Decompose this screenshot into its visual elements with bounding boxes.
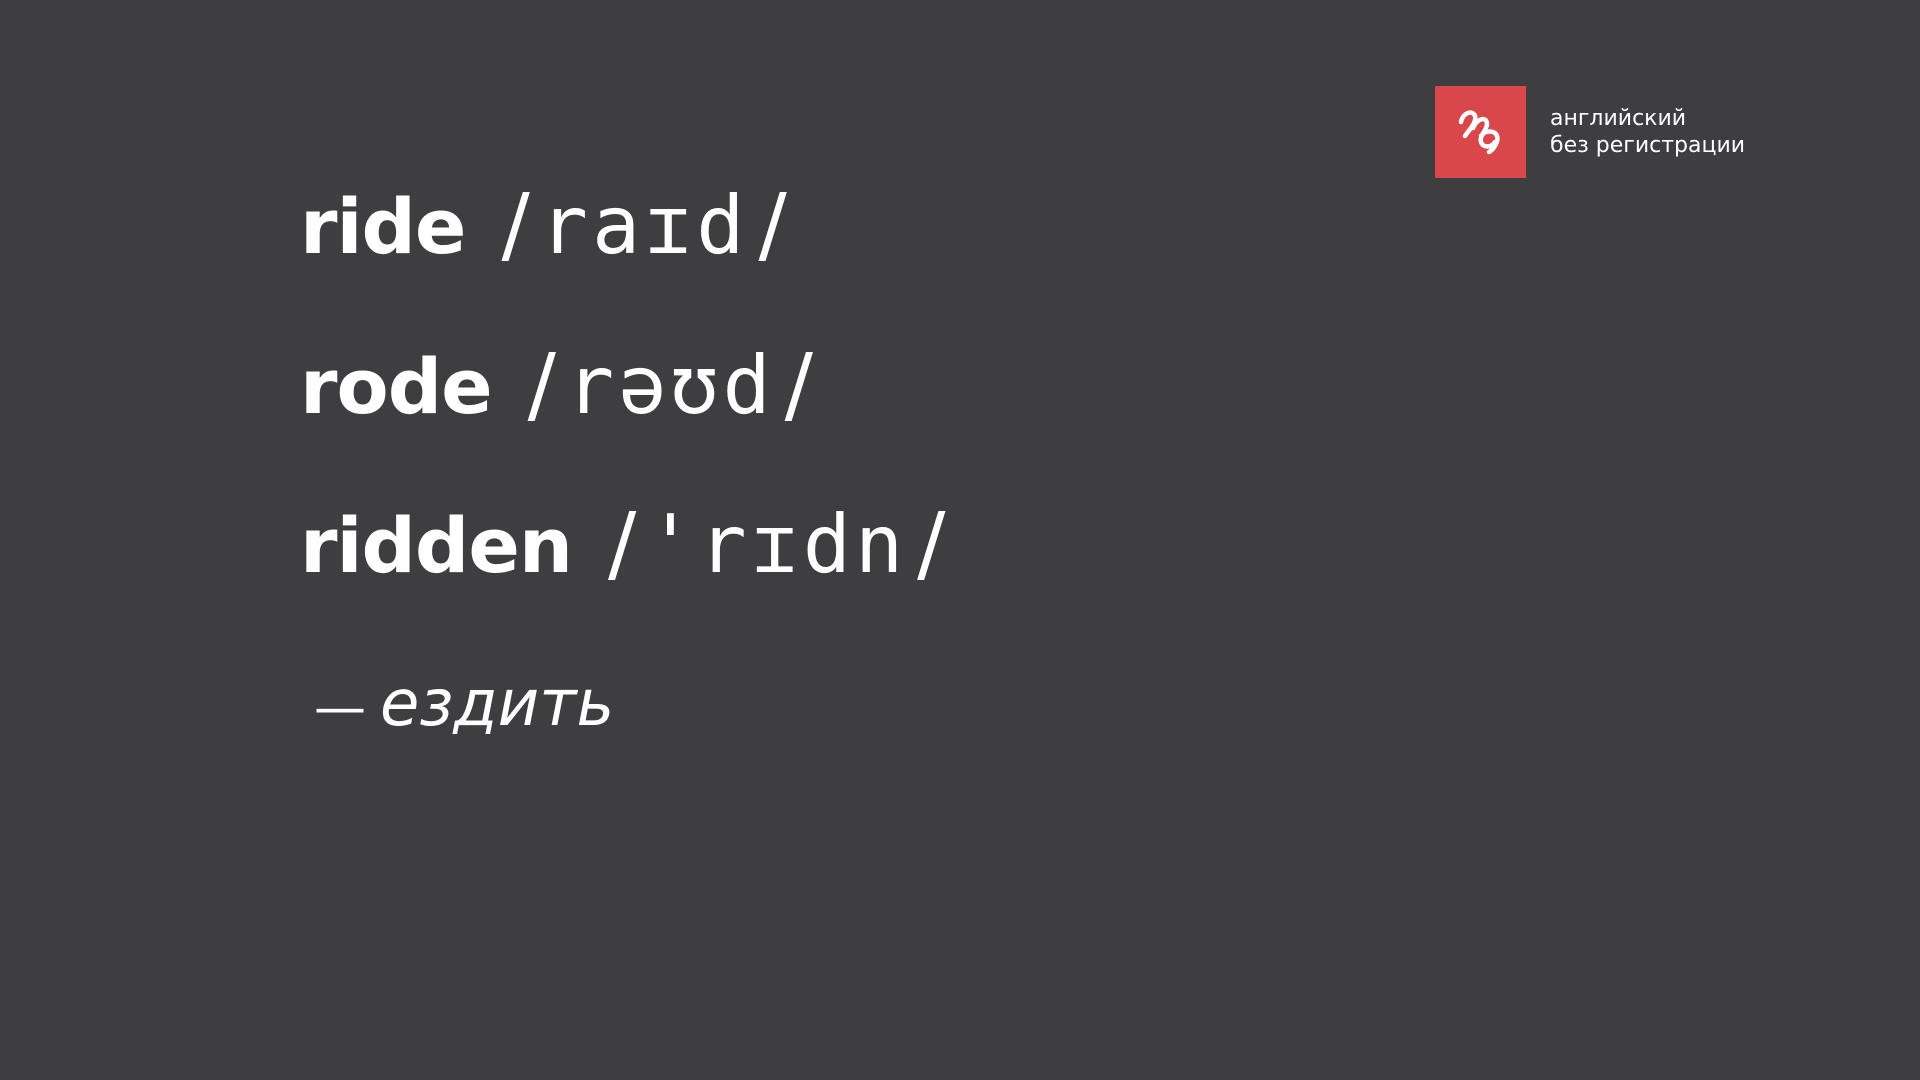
handwriting-squiggle-icon xyxy=(1435,86,1526,178)
em-dash: — xyxy=(314,678,366,738)
word-text: ride xyxy=(300,182,466,271)
slash-close: / xyxy=(784,335,813,433)
brand-line-1: английский xyxy=(1550,106,1687,131)
brand-line-2: без регистрации xyxy=(1550,133,1746,158)
transcription: rəʊd xyxy=(565,339,775,432)
word-text: ridden xyxy=(300,501,573,590)
slash-open: / xyxy=(501,175,530,273)
slide: ride / raɪd / rode / rəʊd / ridden / 'rɪ… xyxy=(0,0,1920,1080)
translation-text: ездить xyxy=(380,667,615,741)
transcription: raɪd xyxy=(539,179,749,272)
translation: — ездить xyxy=(314,672,614,736)
verb-form-base: ride / raɪd / xyxy=(300,182,797,266)
transcription: 'rɪdn xyxy=(646,498,908,591)
slash-open: / xyxy=(608,494,637,592)
slash-close: / xyxy=(758,175,787,273)
brand-logo: английский без регистрации xyxy=(1435,86,1745,178)
verb-form-participle: ridden / 'rɪdn / xyxy=(300,501,955,585)
slash-open: / xyxy=(527,335,556,433)
word-text: rode xyxy=(300,342,493,431)
slash-close: / xyxy=(917,494,946,592)
verb-form-past: rode / rəʊd / xyxy=(300,342,823,426)
brand-text: английский без регистрации xyxy=(1550,105,1745,159)
